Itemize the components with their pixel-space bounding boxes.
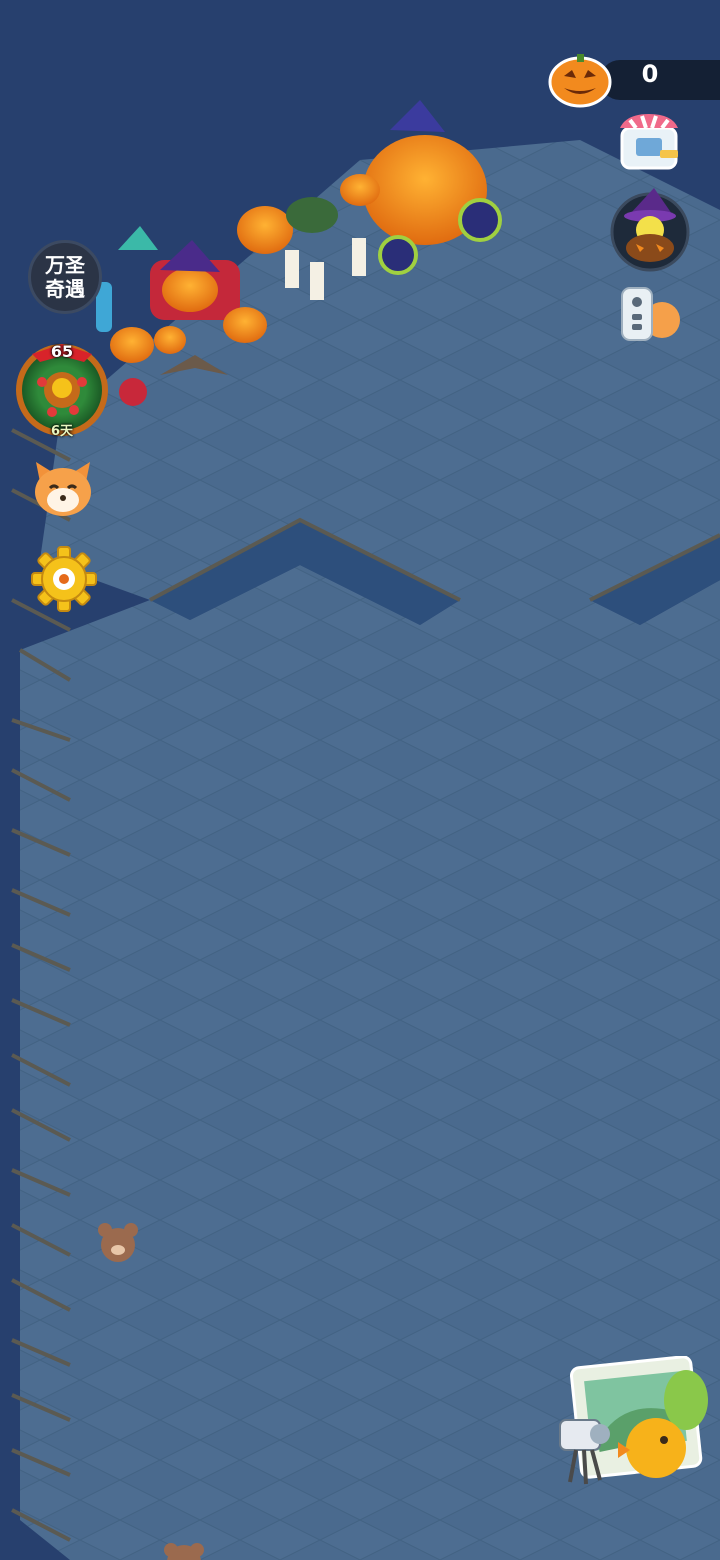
cat-friend-button[interactable] bbox=[30, 454, 96, 520]
bear-character-partial[interactable] bbox=[164, 1543, 204, 1560]
days-remaining: 6天 bbox=[50, 424, 74, 439]
remote-control-button[interactable] bbox=[618, 282, 684, 346]
remote-control-icon bbox=[621, 287, 680, 341]
cat-friend-icon bbox=[35, 462, 91, 516]
camera-album-button[interactable] bbox=[556, 1355, 712, 1490]
shop-icon bbox=[620, 114, 678, 170]
event-title-line1: 万圣 bbox=[45, 253, 85, 277]
pumpkin-count: 0 bbox=[641, 60, 659, 88]
pumpkin-currency-icon bbox=[548, 54, 612, 108]
shop-button[interactable] bbox=[616, 110, 682, 170]
witch-event-button[interactable] bbox=[610, 186, 690, 272]
settings-gear-icon bbox=[31, 546, 97, 612]
camera-album-icon bbox=[559, 1355, 708, 1485]
halloween-event-button[interactable]: 万圣 奇遇 bbox=[28, 240, 102, 314]
settings-button[interactable] bbox=[30, 546, 98, 612]
wreath-level-button[interactable]: 65 6天 bbox=[12, 336, 112, 440]
event-title-line2: 奇遇 bbox=[45, 277, 85, 301]
level-number: 65 bbox=[50, 342, 74, 361]
witch-event-icon bbox=[610, 188, 690, 272]
